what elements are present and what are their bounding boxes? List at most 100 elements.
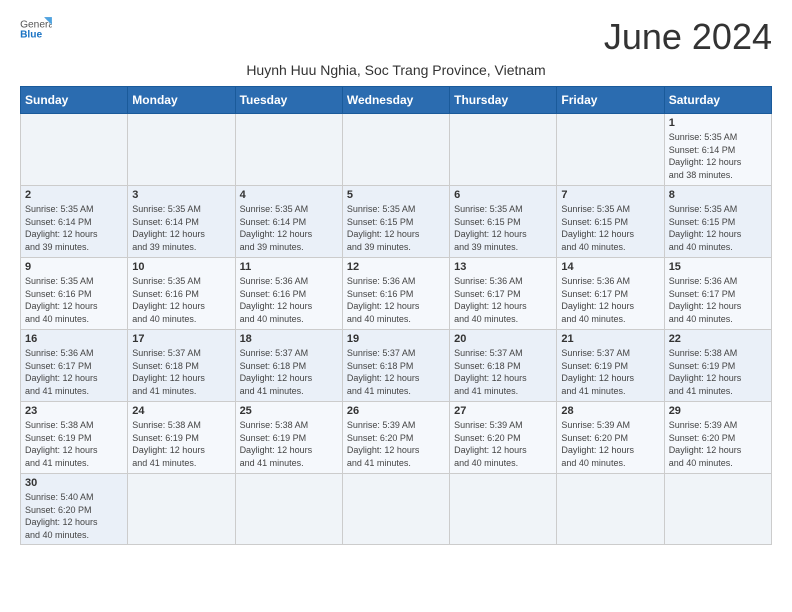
day-number: 28 xyxy=(561,405,659,417)
weekday-header-sunday: Sunday xyxy=(21,87,128,114)
day-sun-info: Sunrise: 5:35 AM Sunset: 6:16 PM Dayligh… xyxy=(25,275,123,325)
calendar-day-cell: 16 Sunrise: 5:36 AM Sunset: 6:17 PM Dayli… xyxy=(21,330,128,402)
calendar-day-cell: 24 Sunrise: 5:38 AM Sunset: 6:19 PM Dayli… xyxy=(128,402,235,474)
day-sun-info: Sunrise: 5:37 AM Sunset: 6:19 PM Dayligh… xyxy=(561,347,659,397)
calendar-day-cell: 8Sunrise: 5:35 AM Sunset: 6:15 PM Daylig… xyxy=(664,186,771,258)
day-number: 30 xyxy=(25,477,123,489)
calendar-week-row: 2Sunrise: 5:35 AM Sunset: 6:14 PM Daylig… xyxy=(21,186,772,258)
day-sun-info: Sunrise: 5:35 AM Sunset: 6:14 PM Dayligh… xyxy=(669,131,767,181)
day-sun-info: Sunrise: 5:35 AM Sunset: 6:15 PM Dayligh… xyxy=(561,203,659,253)
day-sun-info: Sunrise: 5:39 AM Sunset: 6:20 PM Dayligh… xyxy=(347,419,445,469)
weekday-header-friday: Friday xyxy=(557,87,664,114)
svg-text:General: General xyxy=(20,19,52,30)
day-number: 14 xyxy=(561,261,659,273)
calendar-day-cell: 2Sunrise: 5:35 AM Sunset: 6:14 PM Daylig… xyxy=(21,186,128,258)
calendar-day-cell: 1Sunrise: 5:35 AM Sunset: 6:14 PM Daylig… xyxy=(664,114,771,186)
day-number: 9 xyxy=(25,261,123,273)
weekday-header-tuesday: Tuesday xyxy=(235,87,342,114)
day-number: 24 xyxy=(132,405,230,417)
day-sun-info: Sunrise: 5:36 AM Sunset: 6:17 PM Dayligh… xyxy=(25,347,123,397)
day-number: 11 xyxy=(240,261,338,273)
calendar-day-cell: 27Sunrise: 5:39 AM Sunset: 6:20 PM Dayli… xyxy=(450,402,557,474)
day-number: 23 xyxy=(25,405,123,417)
calendar-day-cell: 30 Sunrise: 5:40 AM Sunset: 6:20 PM Dayli… xyxy=(21,474,128,545)
day-sun-info: Sunrise: 5:36 AM Sunset: 6:17 PM Dayligh… xyxy=(454,275,552,325)
calendar-day-cell: 22Sunrise: 5:38 AM Sunset: 6:19 PM Dayli… xyxy=(664,330,771,402)
calendar-day-cell: 7 Sunrise: 5:35 AM Sunset: 6:15 PM Daylig… xyxy=(557,186,664,258)
day-number: 21 xyxy=(561,333,659,345)
calendar-table: SundayMondayTuesdayWednesdayThursdayFrid… xyxy=(20,86,772,545)
day-sun-info: Sunrise: 5:36 AM Sunset: 6:16 PM Dayligh… xyxy=(240,275,338,325)
weekday-header-saturday: Saturday xyxy=(664,87,771,114)
calendar-week-row: 16 Sunrise: 5:36 AM Sunset: 6:17 PM Dayli… xyxy=(21,330,772,402)
location-subtitle: Huynh Huu Nghia, Soc Trang Province, Vie… xyxy=(20,62,772,78)
calendar-day-cell xyxy=(128,474,235,545)
calendar-day-cell xyxy=(557,474,664,545)
day-number: 6 xyxy=(454,189,552,201)
calendar-day-cell xyxy=(450,114,557,186)
day-sun-info: Sunrise: 5:37 AM Sunset: 6:18 PM Dayligh… xyxy=(132,347,230,397)
calendar-day-cell: 12Sunrise: 5:36 AM Sunset: 6:16 PM Dayli… xyxy=(342,258,449,330)
day-sun-info: Sunrise: 5:35 AM Sunset: 6:14 PM Dayligh… xyxy=(25,203,123,253)
calendar-day-cell: 11 Sunrise: 5:36 AM Sunset: 6:16 PM Dayli… xyxy=(235,258,342,330)
day-number: 16 xyxy=(25,333,123,345)
day-number: 7 xyxy=(561,189,659,201)
day-number: 10 xyxy=(132,261,230,273)
day-number: 17 xyxy=(132,333,230,345)
weekday-header-monday: Monday xyxy=(128,87,235,114)
calendar-day-cell: 3Sunrise: 5:35 AM Sunset: 6:14 PM Daylig… xyxy=(128,186,235,258)
day-sun-info: Sunrise: 5:36 AM Sunset: 6:17 PM Dayligh… xyxy=(561,275,659,325)
page-header: General Blue June 2024 xyxy=(20,16,772,58)
calendar-day-cell xyxy=(235,114,342,186)
calendar-day-cell: 21 Sunrise: 5:37 AM Sunset: 6:19 PM Dayli… xyxy=(557,330,664,402)
generalblue-logo-icon: General Blue xyxy=(20,16,52,44)
calendar-day-cell xyxy=(557,114,664,186)
calendar-day-cell: 14 Sunrise: 5:36 AM Sunset: 6:17 PM Dayli… xyxy=(557,258,664,330)
calendar-day-cell: 26 Sunrise: 5:39 AM Sunset: 6:20 PM Dayli… xyxy=(342,402,449,474)
calendar-day-cell xyxy=(128,114,235,186)
day-sun-info: Sunrise: 5:38 AM Sunset: 6:19 PM Dayligh… xyxy=(669,347,767,397)
day-sun-info: Sunrise: 5:38 AM Sunset: 6:19 PM Dayligh… xyxy=(132,419,230,469)
day-sun-info: Sunrise: 5:39 AM Sunset: 6:20 PM Dayligh… xyxy=(454,419,552,469)
day-number: 18 xyxy=(240,333,338,345)
day-number: 13 xyxy=(454,261,552,273)
calendar-week-row: 9 Sunrise: 5:35 AM Sunset: 6:16 PM Daylig… xyxy=(21,258,772,330)
day-number: 19 xyxy=(347,333,445,345)
calendar-day-cell: 18 Sunrise: 5:37 AM Sunset: 6:18 PM Dayli… xyxy=(235,330,342,402)
calendar-day-cell xyxy=(342,474,449,545)
weekday-header-row: SundayMondayTuesdayWednesdayThursdayFrid… xyxy=(21,87,772,114)
month-title: June 2024 xyxy=(604,16,772,58)
weekday-header-wednesday: Wednesday xyxy=(342,87,449,114)
calendar-week-row: 23 Sunrise: 5:38 AM Sunset: 6:19 PM Dayli… xyxy=(21,402,772,474)
calendar-day-cell: 29 Sunrise: 5:39 AM Sunset: 6:20 PM Dayli… xyxy=(664,402,771,474)
day-number: 8 xyxy=(669,189,767,201)
day-number: 29 xyxy=(669,405,767,417)
day-sun-info: Sunrise: 5:37 AM Sunset: 6:18 PM Dayligh… xyxy=(240,347,338,397)
day-sun-info: Sunrise: 5:37 AM Sunset: 6:18 PM Dayligh… xyxy=(454,347,552,397)
day-number: 5 xyxy=(347,189,445,201)
day-sun-info: Sunrise: 5:39 AM Sunset: 6:20 PM Dayligh… xyxy=(669,419,767,469)
calendar-day-cell: 23Sunrise: 5:38 AM Sunset: 6:19 PM Dayli… xyxy=(21,402,128,474)
day-sun-info: Sunrise: 5:35 AM Sunset: 6:15 PM Dayligh… xyxy=(347,203,445,253)
calendar-day-cell: 19 Sunrise: 5:37 AM Sunset: 6:18 PM Dayli… xyxy=(342,330,449,402)
day-sun-info: Sunrise: 5:36 AM Sunset: 6:17 PM Dayligh… xyxy=(669,275,767,325)
day-number: 12 xyxy=(347,261,445,273)
calendar-week-row: 30 Sunrise: 5:40 AM Sunset: 6:20 PM Dayli… xyxy=(21,474,772,545)
calendar-day-cell: 6 Sunrise: 5:35 AM Sunset: 6:15 PM Daylig… xyxy=(450,186,557,258)
day-sun-info: Sunrise: 5:38 AM Sunset: 6:19 PM Dayligh… xyxy=(240,419,338,469)
calendar-day-cell xyxy=(235,474,342,545)
day-number: 26 xyxy=(347,405,445,417)
calendar-day-cell: 10 Sunrise: 5:35 AM Sunset: 6:16 PM Dayli… xyxy=(128,258,235,330)
day-number: 15 xyxy=(669,261,767,273)
day-sun-info: Sunrise: 5:40 AM Sunset: 6:20 PM Dayligh… xyxy=(25,491,123,541)
day-number: 25 xyxy=(240,405,338,417)
day-sun-info: Sunrise: 5:35 AM Sunset: 6:14 PM Dayligh… xyxy=(132,203,230,253)
calendar-day-cell xyxy=(21,114,128,186)
calendar-day-cell: 20Sunrise: 5:37 AM Sunset: 6:18 PM Dayli… xyxy=(450,330,557,402)
calendar-day-cell xyxy=(450,474,557,545)
day-sun-info: Sunrise: 5:37 AM Sunset: 6:18 PM Dayligh… xyxy=(347,347,445,397)
day-sun-info: Sunrise: 5:35 AM Sunset: 6:16 PM Dayligh… xyxy=(132,275,230,325)
calendar-day-cell: 9 Sunrise: 5:35 AM Sunset: 6:16 PM Daylig… xyxy=(21,258,128,330)
day-sun-info: Sunrise: 5:39 AM Sunset: 6:20 PM Dayligh… xyxy=(561,419,659,469)
day-sun-info: Sunrise: 5:35 AM Sunset: 6:15 PM Dayligh… xyxy=(454,203,552,253)
